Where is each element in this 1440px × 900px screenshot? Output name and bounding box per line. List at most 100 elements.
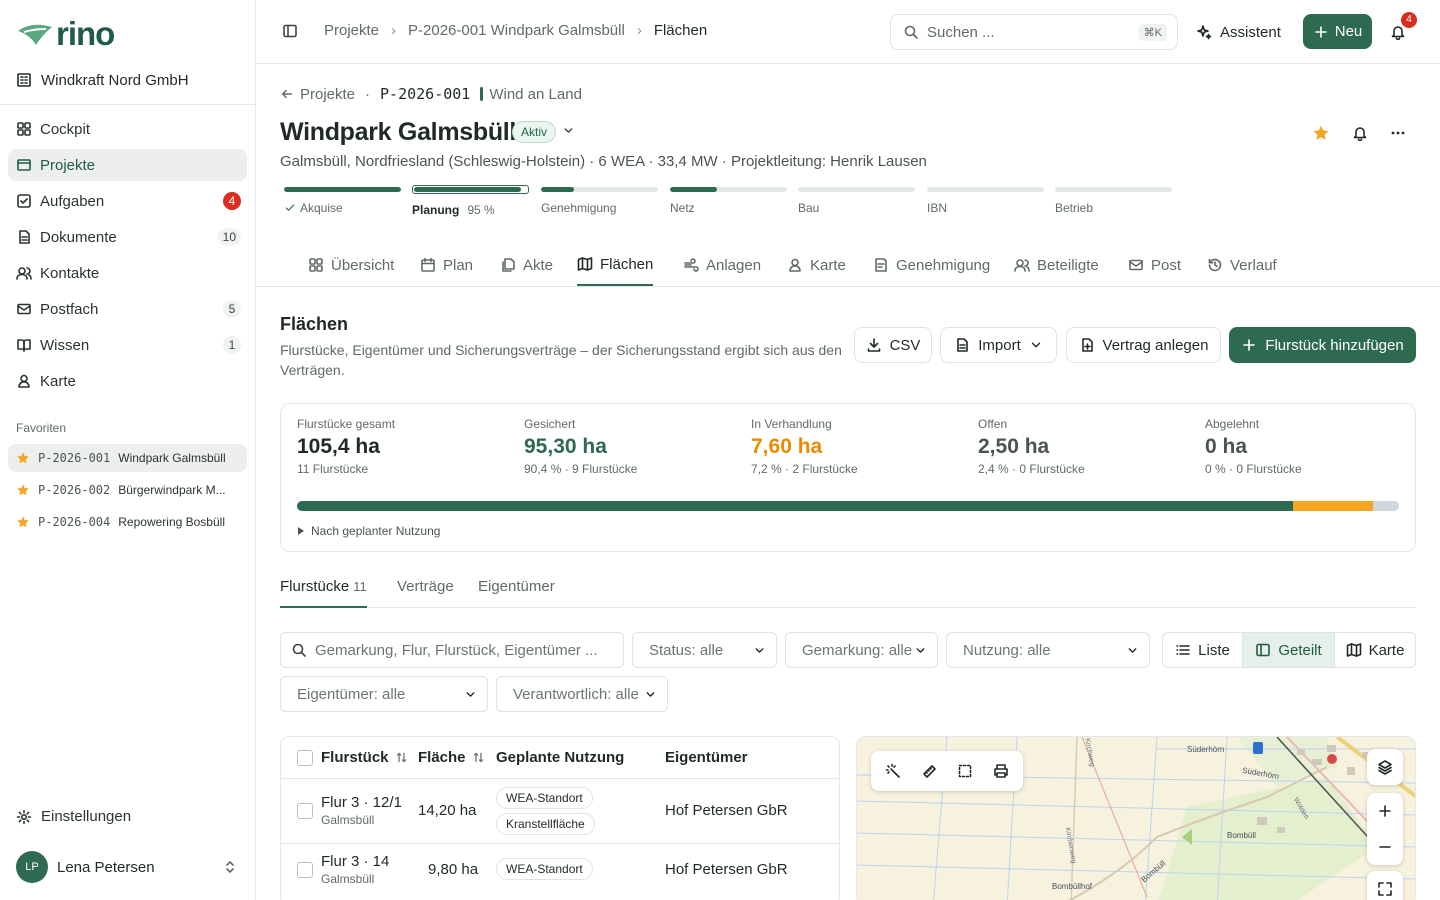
nav-item-kontakte[interactable]: Kontakte [8, 257, 247, 289]
nav-item-wissen[interactable]: Wissen 1 [8, 329, 247, 361]
dashboard-icon [17, 122, 31, 136]
nav-item-projekte[interactable]: Projekte [8, 149, 247, 181]
favorite-code: P-2026-002 [38, 483, 111, 497]
stat-value: 105,4 ha [297, 435, 380, 458]
parcel-search-input[interactable]: Gemarkung, Flur, Flurstück, Eigentümer .… [280, 632, 624, 668]
rectangle-select-icon[interactable] [957, 763, 973, 779]
global-search[interactable]: Suchen ... ⌘K [890, 14, 1178, 50]
phase-planung[interactable]: Planung 95 % [412, 185, 529, 217]
table-row[interactable]: Flur 3 · 12/1 Galmsbüll 14,20 ha WEA-Sta… [281, 778, 839, 843]
checkbox[interactable] [297, 862, 313, 878]
tab-karte[interactable]: Karte [787, 248, 846, 286]
create-contract-label: Vertrag anlegen [1102, 336, 1209, 354]
measure-icon[interactable] [921, 763, 937, 779]
fullscreen-button[interactable] [1367, 871, 1403, 900]
column-header-flaeche[interactable]: Fläche [418, 737, 485, 778]
phase-genehmigung[interactable]: Genehmigung [541, 187, 658, 215]
assistant-button[interactable]: Assistent [1196, 18, 1281, 46]
nav-label: Wissen [40, 336, 90, 354]
eigentuemer-filter-value: Eigentümer: alle [297, 685, 406, 703]
more-icon[interactable] [1390, 125, 1406, 141]
tab-beteiligte[interactable]: Beteiligte [1014, 248, 1099, 286]
parcel-gemarkung: Galmsbüll [321, 813, 375, 827]
checkbox[interactable] [297, 749, 313, 766]
tab-verlauf[interactable]: Verlauf [1207, 248, 1277, 286]
sidebar-toggle-icon[interactable] [282, 23, 298, 39]
subtab-flurstuecke[interactable]: Flurstücke 11 [280, 578, 367, 608]
view-geteilt[interactable]: Geteilt [1242, 633, 1335, 667]
create-contract-button[interactable]: Vertrag anlegen [1066, 327, 1221, 363]
bell-icon[interactable] [1352, 125, 1368, 141]
eigentuemer-filter[interactable]: Eigentümer: alle [280, 676, 488, 712]
parcel-cell: Flur 3 · 12/1 Galmsbüll [321, 794, 402, 827]
gemarkung-filter[interactable]: Gemarkung: alle [785, 632, 938, 668]
back-link[interactable]: Projekte [280, 86, 355, 103]
layers-button[interactable] [1367, 749, 1403, 785]
status-filter[interactable]: Status: alle [632, 632, 777, 668]
logo[interactable]: rino [16, 16, 115, 52]
org-switcher[interactable]: Windkraft Nord GmbH [16, 68, 189, 92]
tab-uebersicht[interactable]: Übersicht [308, 248, 394, 286]
verantwortlich-filter[interactable]: Verantwortlich: alle [496, 676, 668, 712]
subtab-eigentuemer[interactable]: Eigentümer [478, 578, 555, 608]
chevron-down-icon[interactable] [562, 124, 575, 137]
row-checkbox[interactable] [297, 803, 313, 819]
chevron-down-icon [755, 647, 764, 653]
phase-label: IBN [927, 201, 948, 215]
owner-cell[interactable]: Hof Petersen GbR [665, 802, 788, 819]
favorite-item[interactable]: P-2026-004 Repowering Bosbüll [8, 508, 247, 536]
add-parcel-button[interactable]: Flurstück hinzufügen [1229, 327, 1416, 363]
nav-item-aufgaben[interactable]: Aufgaben 4 [8, 185, 247, 217]
tab-flaechen[interactable]: Flächen [577, 248, 654, 286]
gear-icon [16, 809, 32, 824]
phase-netz[interactable]: Netz [670, 187, 787, 215]
tab-plan[interactable]: Plan [420, 248, 473, 286]
tab-akte[interactable]: Akte [500, 248, 553, 286]
zoom-in-button[interactable] [1367, 793, 1403, 829]
breadcrumb-project[interactable]: P-2026-001 Windpark Galmsbüll [408, 22, 625, 39]
settings-link[interactable]: Einstellungen [16, 808, 131, 825]
user-menu[interactable]: LP Lena Petersen [16, 851, 246, 883]
folder-icon [17, 159, 31, 171]
subtab-vertraege[interactable]: Verträge [397, 578, 454, 608]
favorite-item[interactable]: P-2026-001 Windpark Galmsbüll [8, 444, 247, 472]
project-meta: Galmsbüll, Nordfriesland (Schleswig-Hols… [280, 153, 927, 170]
phase-label: Akquise [300, 201, 343, 215]
documents-count-badge: 10 [217, 228, 241, 246]
favorite-item[interactable]: P-2026-002 Bürgerwindpark M... [8, 476, 247, 504]
nutzung-filter[interactable]: Nutzung: alle [946, 632, 1150, 668]
progress-segment [1372, 501, 1399, 511]
table-row[interactable]: Flur 3 · 14 Galmsbüll 9,80 ha WEA-Stando… [281, 843, 839, 896]
print-icon[interactable] [993, 763, 1009, 779]
view-karte[interactable]: Karte [1335, 633, 1415, 667]
row-checkbox[interactable] [297, 862, 313, 878]
tab-anlagen[interactable]: Anlagen [683, 248, 761, 286]
owner-cell[interactable]: Hof Petersen GbR [665, 861, 788, 878]
breadcrumb-projekte[interactable]: Projekte [324, 22, 379, 39]
phase-bau[interactable]: Bau [798, 187, 915, 215]
csv-button[interactable]: CSV [854, 327, 932, 363]
column-header-flurstueck[interactable]: Flurstück [321, 737, 408, 778]
checkbox[interactable] [297, 803, 313, 819]
nav-item-cockpit[interactable]: Cockpit [8, 113, 247, 145]
zoom-out-button[interactable] [1367, 829, 1403, 865]
tab-genehmigung[interactable]: Genehmigung [873, 248, 990, 286]
zoom-control [1367, 793, 1403, 865]
phase-ibn[interactable]: IBN [927, 187, 1044, 215]
magic-select-icon[interactable] [885, 763, 901, 779]
tab-post[interactable]: Post [1128, 248, 1181, 286]
nav-item-postfach[interactable]: Postfach 5 [8, 293, 247, 325]
usage-breakdown-toggle[interactable]: Nach geplanter Nutzung [297, 524, 440, 538]
select-all-checkbox[interactable] [297, 737, 313, 778]
favorite-star-icon[interactable] [1312, 124, 1330, 142]
new-button[interactable]: Neu [1303, 14, 1372, 49]
nav-item-dokumente[interactable]: Dokumente 10 [8, 221, 247, 253]
status-badge[interactable]: Aktiv [512, 121, 557, 143]
parcel-map[interactable]: Süderhörn Süderhörn Bombüll Bombüll Bomb… [856, 736, 1416, 900]
import-button[interactable]: Import [940, 327, 1057, 363]
phase-akquise[interactable]: Akquise [284, 187, 401, 215]
phase-betrieb[interactable]: Betrieb [1055, 187, 1172, 215]
chevron-down-icon [466, 691, 475, 697]
nav-item-karte[interactable]: Karte [8, 365, 247, 397]
view-liste[interactable]: Liste [1163, 633, 1242, 667]
